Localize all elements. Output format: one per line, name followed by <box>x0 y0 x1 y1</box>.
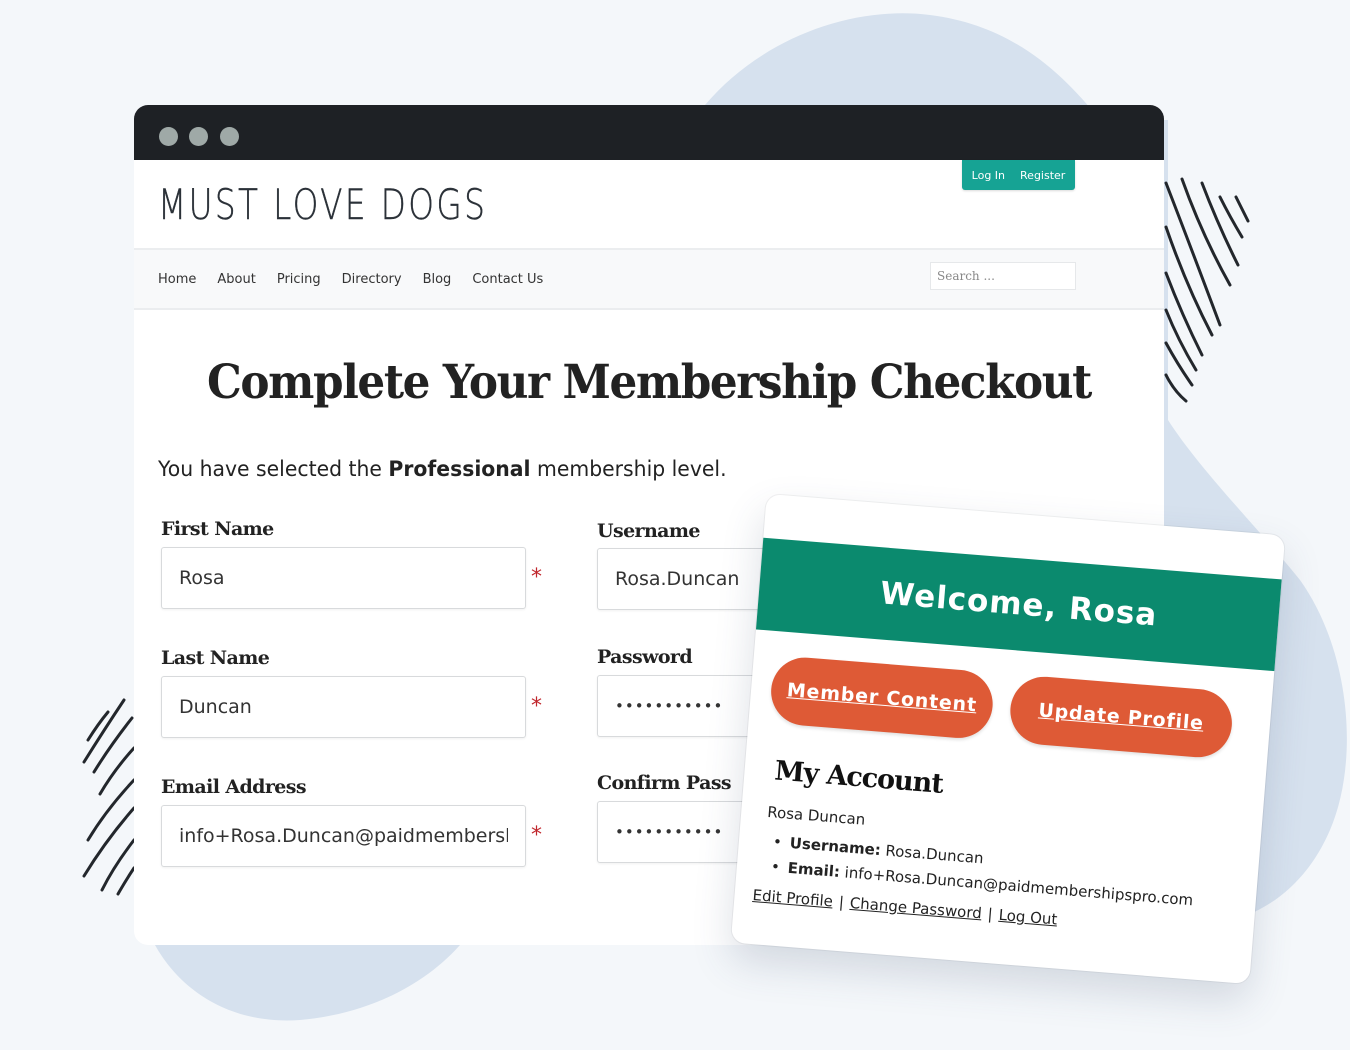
email-key: Email: <box>787 858 841 881</box>
first-name-field[interactable] <box>161 547 526 609</box>
password-label: Password <box>597 646 693 668</box>
username-label: Username <box>597 520 700 542</box>
hatch-decoration-left <box>82 698 136 896</box>
membership-level-text: You have selected the Professional membe… <box>158 457 727 481</box>
link-separator: | <box>986 904 994 924</box>
account-tab: Log In Register <box>962 160 1075 190</box>
nav-item-contact-us[interactable]: Contact Us <box>472 272 543 287</box>
browser-titlebar <box>134 105 1164 160</box>
level-name: Professional <box>388 457 531 481</box>
last-name-label: Last Name <box>161 647 270 669</box>
nav-menu: Home About Pricing Directory Blog Contac… <box>158 272 543 287</box>
required-marker: * <box>531 565 542 590</box>
log-out-link[interactable]: Log Out <box>998 906 1058 929</box>
nav-item-pricing[interactable]: Pricing <box>277 272 321 287</box>
hatch-decoration-right <box>1164 177 1250 403</box>
confirm-password-label: Confirm Pass <box>597 772 732 794</box>
email-label: Email Address <box>161 776 307 798</box>
email-field[interactable] <box>161 805 526 867</box>
welcome-card: Welcome, Rosa Member Content Update Prof… <box>730 493 1286 985</box>
required-marker: * <box>531 823 542 848</box>
update-profile-button[interactable]: Update Profile <box>1007 674 1235 760</box>
welcome-banner: Welcome, Rosa <box>746 536 1286 672</box>
level-prefix: You have selected the <box>158 457 389 481</box>
account-display-name: Rosa Duncan <box>766 802 866 829</box>
required-marker: * <box>531 694 542 719</box>
nav-item-blog[interactable]: Blog <box>423 272 452 287</box>
search-input[interactable] <box>930 262 1076 290</box>
nav-item-about[interactable]: About <box>217 272 255 287</box>
last-name-field[interactable] <box>161 676 526 738</box>
site-nav: Home About Pricing Directory Blog Contac… <box>134 250 1164 310</box>
page-title: Complete Your Membership Checkout <box>207 355 1092 410</box>
member-content-button[interactable]: Member Content <box>768 654 996 741</box>
change-password-link[interactable]: Change Password <box>849 894 982 923</box>
site-header: MUST LOVE DOGS Log In Register <box>134 160 1164 250</box>
username-key: Username: <box>789 833 882 860</box>
my-account-heading: My Account <box>773 755 944 800</box>
window-dot-icon[interactable] <box>189 127 208 146</box>
window-dot-icon[interactable] <box>220 127 239 146</box>
first-name-label: First Name <box>161 518 274 540</box>
site-logo[interactable]: MUST LOVE DOGS <box>158 180 487 229</box>
login-link[interactable]: Log In <box>972 169 1005 182</box>
nav-item-home[interactable]: Home <box>158 272 196 287</box>
welcome-heading: Welcome, Rosa <box>878 575 1159 634</box>
window-dot-icon[interactable] <box>159 127 178 146</box>
link-separator: | <box>838 892 845 912</box>
level-suffix: membership level. <box>530 457 727 481</box>
nav-item-directory[interactable]: Directory <box>342 272 402 287</box>
edit-profile-link[interactable]: Edit Profile <box>752 886 834 910</box>
register-link[interactable]: Register <box>1020 169 1065 182</box>
